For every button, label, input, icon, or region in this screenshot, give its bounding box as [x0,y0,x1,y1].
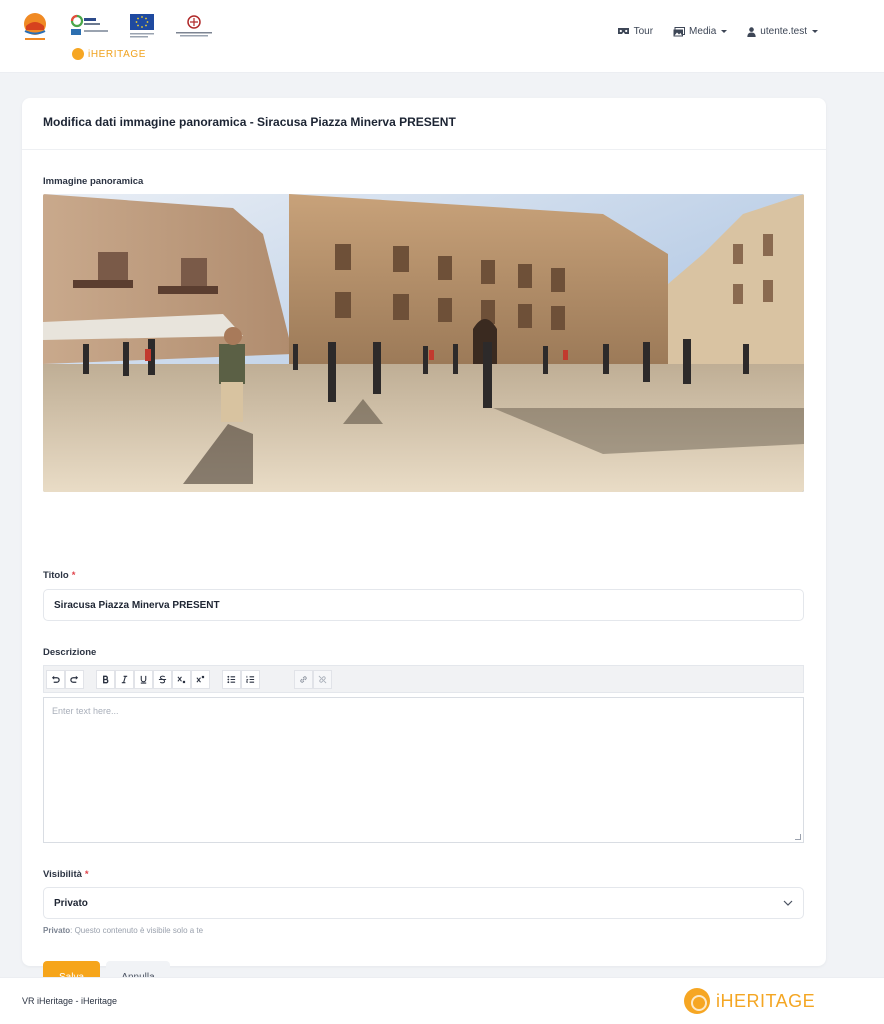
user-icon [747,26,756,37]
chevron-down-icon [783,900,793,906]
redo-button[interactable] [65,669,84,689]
editor-placeholder: Enter text here... [52,706,119,716]
required-mark: * [84,869,89,880]
iheritage-brand[interactable]: iHERITAGE [72,46,146,62]
description-label-text: Descrizione [43,647,97,658]
title-input-value: Siracusa Piazza Minerva PRESENT [54,599,220,611]
nav-tour[interactable]: Tour [617,26,653,37]
subscript-button[interactable] [172,669,191,689]
link-button[interactable] [294,669,313,689]
unlink-button[interactable] [313,669,332,689]
superscript-icon [196,675,205,683]
history-group [46,669,84,689]
bullet-list-icon [227,675,236,683]
subscript-icon [177,675,186,683]
nav-media-dropdown[interactable]: Media [673,26,728,37]
visibility-select[interactable]: Privato [43,887,804,919]
unlink-icon [318,675,327,683]
visibility-hint: Privato: Questo contenuto è visibile sol… [43,926,203,935]
card-header: Modifica dati immagine panoramica - Sira… [22,98,826,150]
region-seal-icon[interactable] [174,14,214,40]
strikethrough-button[interactable] [153,669,172,689]
title-label-text: Titolo [43,570,69,581]
strikethrough-icon [158,675,167,683]
nav-tour-label: Tour [633,26,654,37]
brand-text: iHERITAGE [88,48,146,60]
vr-headset-icon [617,28,629,34]
title-label: Titolo * [43,570,75,581]
italic-icon [121,675,128,683]
link-icon [300,675,307,683]
numbered-list-button[interactable] [241,669,260,689]
required-mark: * [71,570,76,581]
numbered-list-icon [246,675,255,683]
hint-strong: Privato [43,926,71,935]
footer-brand[interactable]: iHERITAGE [684,988,815,1014]
visibility-label-text: Visibilità [43,869,82,880]
panorama-image [43,194,804,492]
superscript-button[interactable] [191,669,210,689]
undo-button[interactable] [46,669,65,689]
underline-icon [140,675,147,684]
images-icon [673,26,686,36]
edit-panorama-card: Modifica dati immagine panoramica - Sira… [22,98,826,993]
nav-user-dropdown[interactable]: utente.test [747,26,818,37]
bold-button[interactable] [96,669,115,689]
visibility-label: Visibilità * [43,869,89,880]
eni-cbc-logo-icon[interactable] [70,14,114,38]
description-label: Descrizione [43,647,96,658]
visibility-selected-value: Privato [54,897,88,909]
nav-media-label: Media [689,26,717,37]
eu-flag-icon[interactable] [130,14,154,40]
chevron-down-icon [721,30,728,33]
hint-text: : Questo contenuto è visibile solo a te [70,926,204,935]
redo-icon [70,675,79,683]
resize-handle-icon[interactable] [795,834,801,840]
underline-button[interactable] [134,669,153,689]
nav-menu: Tour Media utente.test [617,26,818,37]
pano-label-text: Immagine panoramica [43,176,144,187]
footer-text: VR iHeritage - iHeritage [22,996,118,1006]
footer-brand-text: iHERITAGE [716,990,816,1011]
footer: VR iHeritage - iHeritage iHERITAGE [0,977,884,1024]
list-group [222,669,260,689]
bullet-list-button[interactable] [222,669,241,689]
top-navbar: iHERITAGE Tour Media utente.test [0,0,884,73]
description-editor[interactable]: Enter text here... [43,697,804,843]
nav-user-label: utente.test [760,26,807,37]
chevron-down-icon [812,30,818,33]
title-input[interactable]: Siracusa Piazza Minerva PRESENT [43,589,804,621]
undo-icon [51,675,60,683]
iheritage-coin-icon [684,988,710,1014]
page-title: Modifica dati immagine panoramica - Sira… [43,115,456,129]
link-group [294,669,332,689]
italic-button[interactable] [115,669,134,689]
sun-logo-icon[interactable] [22,12,48,44]
editor-toolbar [43,665,804,693]
iheritage-coin-icon [72,48,84,60]
pano-label: Immagine panoramica [43,176,143,187]
format-group [96,669,210,689]
bold-icon [103,675,109,683]
